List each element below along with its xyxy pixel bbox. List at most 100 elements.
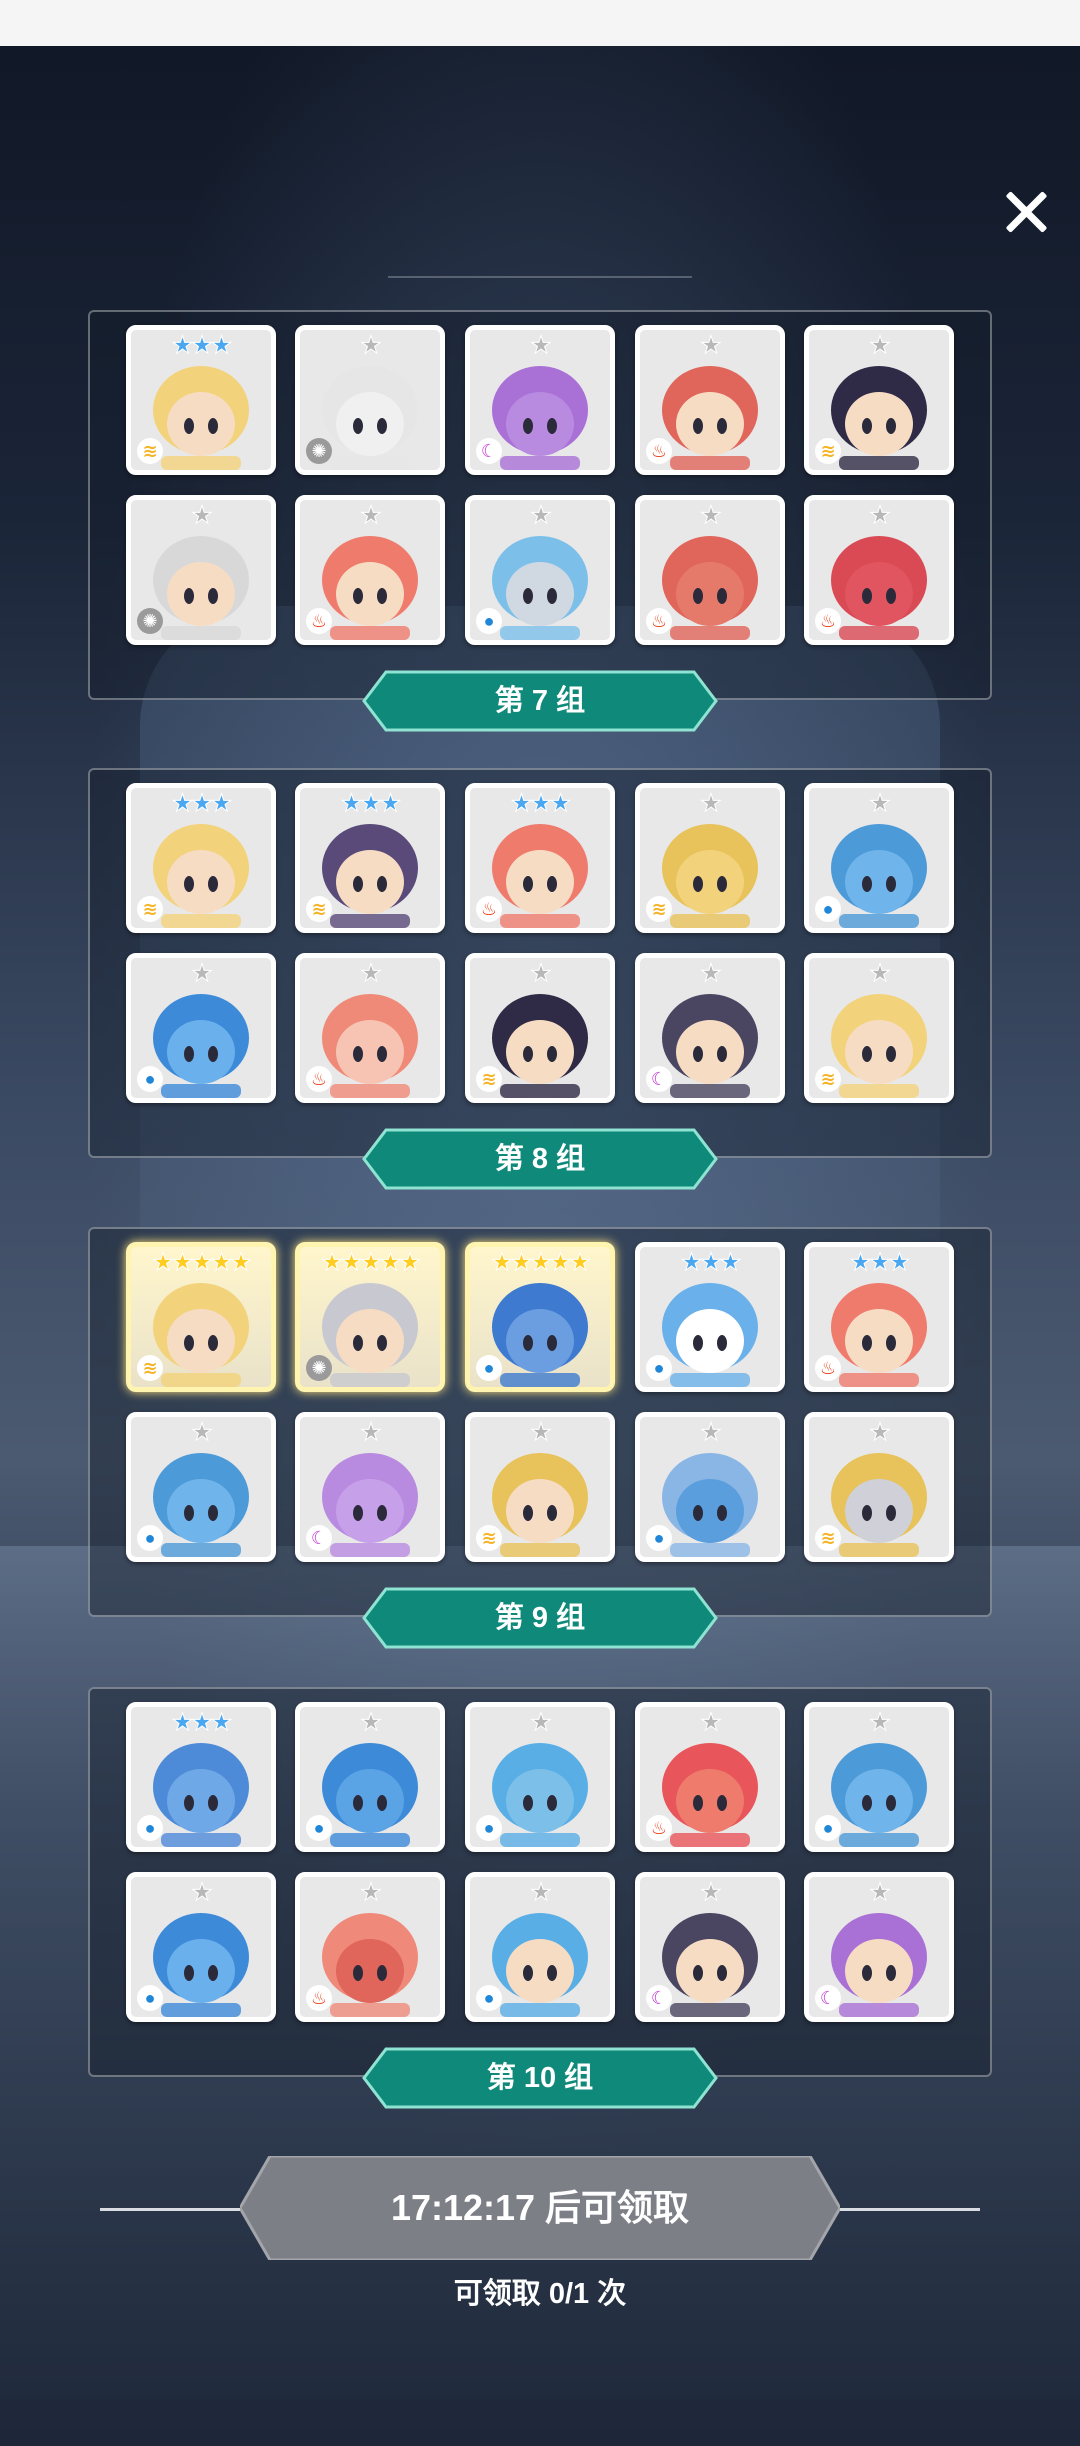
star-icon: ★ [869, 1249, 891, 1276]
star-rating: ★★★ [131, 790, 271, 817]
star-icon: ★ [569, 1249, 591, 1276]
claim-button-label: 17:12:17 后可领取 [390, 2187, 690, 2228]
star-rating: ★ [300, 1880, 440, 1905]
star-rating: ★ [640, 790, 780, 817]
water-drop-icon: ● [646, 1525, 672, 1551]
star-rating: ★ [470, 1419, 610, 1446]
group-tag[interactable]: 第 10 组 [362, 2047, 718, 2109]
hero-card[interactable]: ★★★ ● [635, 1242, 785, 1392]
star-rating: ★ [640, 502, 780, 529]
wind-icon: ≋ [476, 1525, 502, 1551]
water-drop-icon: ● [476, 1985, 502, 2011]
hero-card[interactable]: ★ ● [804, 783, 954, 933]
hero-card[interactable]: ★★★ ♨ [465, 783, 615, 933]
hero-card[interactable]: ★ ♨ [295, 953, 445, 1103]
star-icon: ★ [700, 790, 722, 817]
hero-card[interactable]: ★ ≋ [804, 953, 954, 1103]
hero-card[interactable]: ★ ☾ [465, 325, 615, 475]
hero-card[interactable]: ★★★★★ ≋ [126, 1242, 276, 1392]
hero-card[interactable]: ★ ♨ [295, 1872, 445, 2022]
star-icon: ★ [549, 1249, 571, 1276]
hero-card[interactable]: ★ ☾ [804, 1872, 954, 2022]
hero-card[interactable]: ★★★★★ ✺ [295, 1242, 445, 1392]
hero-card[interactable]: ★ ● [465, 495, 615, 645]
wind-icon: ≋ [646, 896, 672, 922]
hero-card[interactable]: ★ ≋ [635, 783, 785, 933]
status-bar [0, 0, 1080, 46]
hero-card[interactable]: ★ ● [126, 1872, 276, 2022]
fire-icon: ♨ [476, 896, 502, 922]
hero-card[interactable]: ★ ● [126, 1412, 276, 1562]
star-rating: ★ [300, 961, 440, 986]
fire-icon: ♨ [815, 1355, 841, 1381]
star-rating: ★ [640, 332, 780, 359]
hero-card[interactable]: ★ ♨ [635, 325, 785, 475]
star-rating: ★ [640, 1879, 780, 1906]
hero-card[interactable]: ★ ● [465, 1702, 615, 1852]
fire-icon: ♨ [306, 1066, 332, 1092]
hero-card[interactable]: ★ ☾ [635, 953, 785, 1103]
hero-card[interactable]: ★ ≋ [465, 953, 615, 1103]
hero-card[interactable]: ★ ● [635, 1412, 785, 1562]
wind-icon: ≋ [815, 1525, 841, 1551]
star-icon: ★ [191, 332, 213, 359]
hero-card[interactable]: ★★★ ≋ [295, 783, 445, 933]
hero-card[interactable]: ★ ☾ [295, 1412, 445, 1562]
hero-card[interactable]: ★ ● [804, 1702, 954, 1852]
hero-card[interactable]: ★ ♨ [295, 495, 445, 645]
hero-card[interactable]: ★ ● [126, 953, 276, 1103]
hero-card[interactable]: ★★★ ≋ [126, 783, 276, 933]
hero-card[interactable]: ★★★ ♨ [804, 1242, 954, 1392]
star-rating: ★ [809, 503, 949, 528]
claim-button[interactable]: 17:12:17 后可领取 [240, 2156, 840, 2260]
star-icon: ★ [321, 1249, 343, 1276]
hero-card[interactable]: ★★★ ≋ [126, 325, 276, 475]
star-rating: ★ [300, 333, 440, 358]
title-divider [388, 276, 692, 278]
wind-icon: ≋ [306, 896, 332, 922]
star-icon: ★ [700, 1879, 722, 1906]
star-icon: ★ [700, 332, 722, 359]
hero-card[interactable]: ★ ● [295, 1702, 445, 1852]
star-rating: ★ [640, 1420, 780, 1445]
star-rating: ★★★★★ [131, 1249, 271, 1276]
hero-card[interactable]: ★★★★★ ● [465, 1242, 615, 1392]
star-rating: ★ [809, 961, 949, 986]
star-icon: ★ [510, 790, 532, 817]
hero-card[interactable]: ★ ≋ [465, 1412, 615, 1562]
group-tag[interactable]: 第 8 组 [362, 1128, 718, 1190]
group-tag[interactable]: 第 7 组 [362, 670, 718, 732]
hero-card[interactable]: ★ ✺ [126, 495, 276, 645]
fire-icon: ♨ [646, 438, 672, 464]
group-tag[interactable]: 第 9 组 [362, 1587, 718, 1649]
water-drop-icon: ● [137, 1525, 163, 1551]
star-icon: ★ [530, 1419, 552, 1446]
hero-card[interactable]: ★ ≋ [804, 1412, 954, 1562]
star-rating: ★ [300, 1420, 440, 1445]
star-icon: ★ [191, 1419, 213, 1446]
hero-card[interactable]: ★ ✺ [295, 325, 445, 475]
star-icon: ★ [152, 1249, 174, 1276]
star-icon: ★ [680, 1249, 702, 1276]
hero-card[interactable]: ★ ♨ [635, 495, 785, 645]
star-icon: ★ [360, 502, 382, 529]
hero-card[interactable]: ★ ☾ [635, 1872, 785, 2022]
sun-icon: ✺ [137, 608, 163, 634]
star-icon: ★ [210, 790, 232, 817]
water-drop-icon: ● [476, 1815, 502, 1841]
star-icon: ★ [888, 1249, 910, 1276]
star-icon: ★ [191, 502, 213, 529]
wind-icon: ≋ [815, 438, 841, 464]
hero-card[interactable]: ★ ♨ [635, 1702, 785, 1852]
star-rating: ★ [131, 502, 271, 529]
star-icon: ★ [700, 502, 722, 529]
moon-icon: ☾ [815, 1985, 841, 2011]
hero-card[interactable]: ★ ≋ [804, 325, 954, 475]
hero-card[interactable]: ★ ♨ [804, 495, 954, 645]
wind-icon: ≋ [137, 438, 163, 464]
fire-icon: ♨ [646, 1815, 672, 1841]
hero-card[interactable]: ★ ● [465, 1872, 615, 2022]
star-icon: ★ [530, 1249, 552, 1276]
close-icon[interactable] [996, 182, 1056, 242]
hero-card[interactable]: ★★★ ● [126, 1702, 276, 1852]
